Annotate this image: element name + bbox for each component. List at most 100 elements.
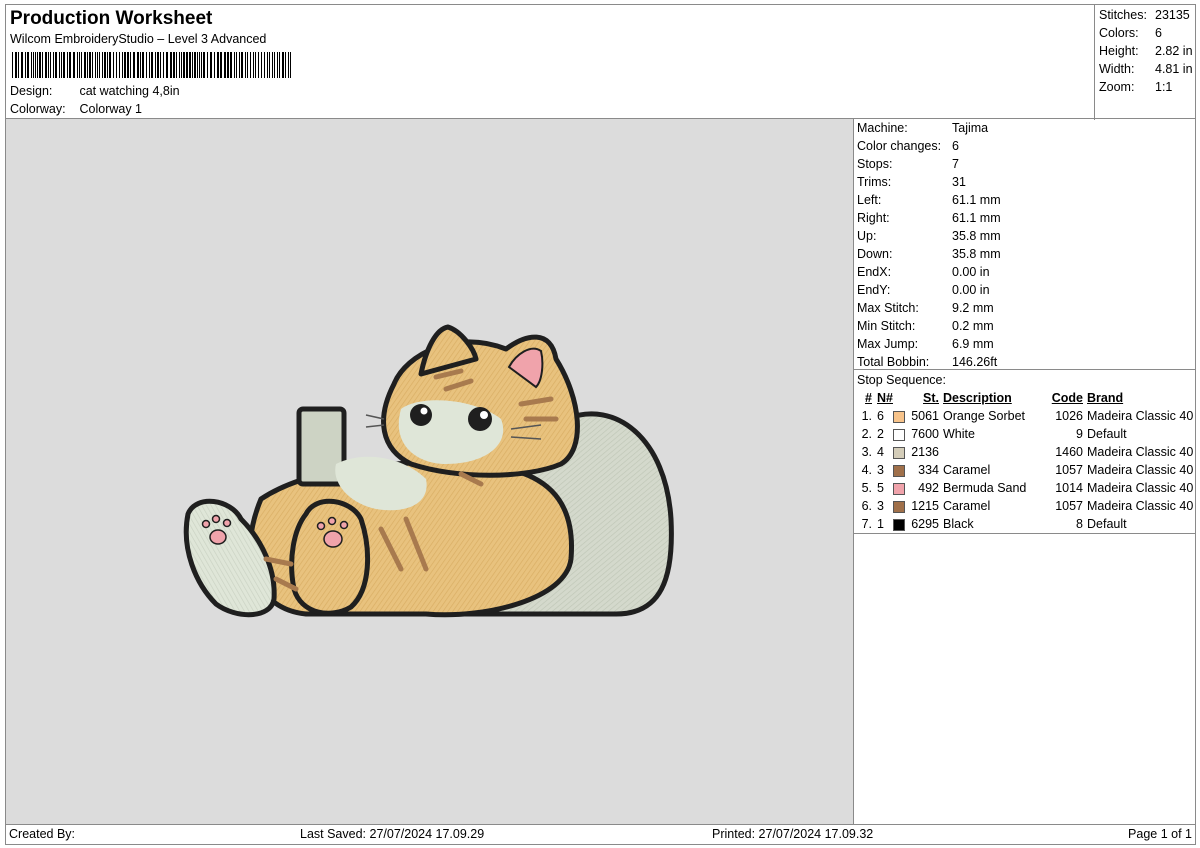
- summary-value: 23135: [1155, 8, 1190, 22]
- thread-code: 1057: [1055, 499, 1083, 513]
- color-swatch: [893, 464, 905, 477]
- col-header-swatch: [893, 389, 909, 407]
- col-header-stitches: St.: [923, 391, 939, 405]
- stitch-count: 2136: [911, 445, 939, 459]
- embroidery-design-image: [183, 324, 674, 618]
- machine-info-row: Color changes: 6: [857, 137, 1195, 155]
- thread-code: 8: [1076, 517, 1083, 531]
- col-header-description: Description: [943, 391, 1012, 405]
- machine-info-row: Left: 61.1 mm: [857, 191, 1195, 209]
- info-value: 61.1 mm: [952, 211, 1001, 225]
- info-label: Min Stitch:: [857, 319, 916, 333]
- stitch-count: 334: [918, 463, 939, 477]
- stop-sequence-row: 1. 6 5061 Orange Sorbet 1026 Madeira Classic …: [854, 407, 1194, 425]
- info-value: Tajima: [952, 121, 989, 135]
- machine-info-row: Max Stitch: 9.2 mm: [857, 299, 1195, 317]
- info-label: Up:: [857, 229, 877, 243]
- machine-info-row: Right: 61.1 mm: [857, 209, 1195, 227]
- summary-value: 4.81 in: [1155, 62, 1193, 76]
- machine-info-row: Stops: 7: [857, 155, 1195, 173]
- col-header-brand: Brand: [1087, 391, 1124, 405]
- swatch-cell: [893, 461, 909, 479]
- needle-number: 3: [877, 463, 884, 477]
- thread-brand: Default: [1087, 517, 1127, 531]
- empty-panel: [853, 533, 1196, 825]
- swatch-cell: [893, 479, 909, 497]
- thread-code: 9: [1076, 427, 1083, 441]
- thread-brand: Madeira Classic 40: [1087, 463, 1194, 477]
- info-label: Machine:: [857, 121, 908, 135]
- page-title: Production Worksheet: [10, 8, 213, 29]
- info-label: Trims:: [857, 175, 892, 189]
- summary-label: Width:: [1099, 62, 1135, 76]
- info-label: Right:: [857, 211, 890, 225]
- barcode: [12, 52, 291, 78]
- thread-description: White: [943, 427, 975, 441]
- stitch-count: 7600: [911, 427, 939, 441]
- swatch-cell: [893, 497, 909, 515]
- info-value: 146.26ft: [952, 355, 998, 369]
- info-value: 35.8 mm: [952, 229, 1001, 243]
- thread-code: 1026: [1055, 409, 1083, 423]
- stop-sequence-panel: Stop Sequence: # N# St. Description Code…: [853, 369, 1196, 534]
- thread-brand: Default: [1087, 427, 1127, 441]
- stop-sequence-row: 3. 4 2136 1460 Madeira Classic 40: [854, 443, 1194, 461]
- info-label: Left:: [857, 193, 882, 207]
- machine-info-row: Up: 35.8 mm: [857, 227, 1195, 245]
- swatch-cell: [893, 425, 909, 443]
- needle-number: 3: [877, 499, 884, 513]
- summary-row: Stitches: 23135: [1099, 6, 1197, 24]
- stop-sequence-rows: 1. 6 5061 Orange Sorbet 1026 Madeira Classic …: [854, 407, 1194, 533]
- stitch-count: 6295: [911, 517, 939, 531]
- summary-row: Width: 4.81 in: [1099, 60, 1197, 78]
- info-label: EndY:: [857, 283, 891, 297]
- stop-sequence-title: Stop Sequence:: [857, 373, 946, 387]
- info-label: Stops:: [857, 157, 893, 171]
- stitch-count: 5061: [911, 409, 939, 423]
- row-number: 3.: [861, 445, 872, 459]
- thread-code: 1460: [1055, 445, 1083, 459]
- summary-row: Colors: 6: [1099, 24, 1197, 42]
- info-value: 6.9 mm: [952, 337, 994, 351]
- machine-info-row: EndX: 0.00 in: [857, 263, 1195, 281]
- worksheet-footer: Created By: Last Saved: 27/07/2024 17.09…: [5, 824, 1196, 845]
- colorway-field: Colorway: Colorway 1: [10, 102, 142, 116]
- stop-sequence-header-row: # N# St. Description Code Brand: [854, 389, 1193, 407]
- machine-info-row: Min Stitch: 0.2 mm: [857, 317, 1195, 335]
- info-label: EndX:: [857, 265, 892, 279]
- design-summary: Stitches: 23135 Colors: 6 Height: 2.82 in W…: [1094, 5, 1197, 120]
- color-swatch: [893, 518, 905, 531]
- info-value: 6: [952, 139, 959, 153]
- info-value: 7: [952, 157, 959, 171]
- summary-value: 6: [1155, 26, 1162, 40]
- color-swatch: [893, 446, 905, 459]
- row-number: 7.: [861, 517, 872, 531]
- design-label: Design:: [10, 84, 53, 98]
- design-value: cat watching 4,8in: [79, 84, 180, 98]
- thread-brand: Madeira Classic 40: [1087, 481, 1194, 495]
- machine-info-panel: Machine: Tajima Color changes: 6 Stops: 7 T…: [853, 118, 1196, 370]
- summary-row: Zoom: 1:1: [1099, 78, 1197, 96]
- stitch-count: 1215: [911, 499, 939, 513]
- info-value: 0.2 mm: [952, 319, 994, 333]
- thread-code: 1014: [1055, 481, 1083, 495]
- stop-sequence-row: 5. 5 492 Bermuda Sand 1014 Madeira Classic 40: [854, 479, 1194, 497]
- thread-brand: Madeira Classic 40: [1087, 409, 1194, 423]
- thread-description: Orange Sorbet: [943, 409, 1025, 423]
- needle-number: 1: [877, 517, 884, 531]
- color-swatch: [893, 500, 905, 513]
- stop-sequence-row: 4. 3 334 Caramel 1057 Madeira Classic 40: [854, 461, 1194, 479]
- swatch-cell: [893, 407, 909, 425]
- stop-sequence-row: 7. 1 6295 Black 8 Default: [854, 515, 1193, 533]
- thread-description: Black: [943, 517, 974, 531]
- design-field: Design: cat watching 4,8in: [10, 84, 180, 98]
- thread-description: [939, 443, 1037, 461]
- machine-info-row: Trims: 31: [857, 173, 1195, 191]
- info-value: 0.00 in: [952, 265, 990, 279]
- worksheet-header: Production Worksheet Wilcom EmbroiderySt…: [5, 4, 1197, 120]
- created-by: Created By:: [9, 827, 76, 841]
- colorway-label: Colorway:: [10, 102, 66, 116]
- needle-number: 5: [877, 481, 884, 495]
- swatch-cell: [893, 443, 909, 461]
- color-swatch: [893, 482, 905, 495]
